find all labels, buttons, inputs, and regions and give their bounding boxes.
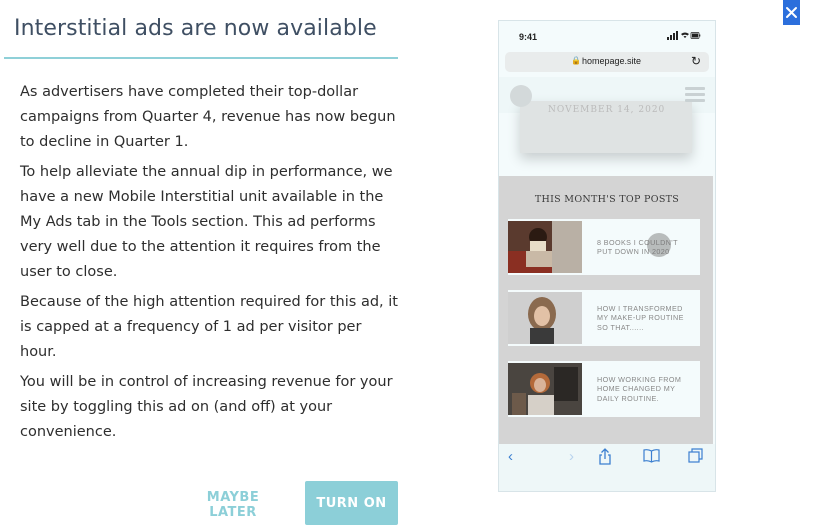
post-thumbnail — [508, 292, 582, 344]
forward-icon[interactable]: › — [569, 448, 574, 465]
lock-icon: 🔒 — [571, 56, 581, 65]
back-icon[interactable]: ‹ — [508, 448, 513, 465]
signal-wifi-battery-icons — [667, 31, 701, 42]
close-button[interactable] — [783, 0, 800, 25]
dialog-title: Interstitial ads are now available — [14, 16, 377, 41]
body-paragraph: You will be in control of increasing rev… — [20, 374, 393, 440]
url-bar[interactable]: 🔒 homepage.site ↻ — [505, 52, 709, 72]
post-thumbnail — [508, 363, 582, 415]
post-card[interactable]: HOW WORKING FROM HOME CHANGED MY DAILY R… — [508, 361, 700, 417]
title-divider — [4, 57, 398, 59]
close-icon — [786, 7, 797, 18]
post-title: HOW WORKING FROM HOME CHANGED MY DAILY R… — [597, 374, 682, 403]
hero-caption: NOVEMBER 14, 2020 — [548, 105, 666, 115]
site-logo[interactable] — [510, 85, 532, 107]
body-paragraph: To help alleviate the annual dip in perf… — [20, 164, 393, 280]
dialog-body: As advertisers have completed their top-… — [20, 80, 398, 450]
post-card[interactable]: HOW I TRANSFORMED MY MAKE-UP ROUTINE SO … — [508, 290, 700, 346]
reload-icon[interactable]: ↻ — [691, 54, 701, 68]
hero-card: NOVEMBER 14, 2020 — [520, 101, 692, 153]
body-paragraph: Because of the high attention required f… — [20, 294, 398, 360]
post-title: 8 BOOKS I COULDN'T PUT DOWN IN 2020 — [597, 237, 678, 257]
status-bar: 9:41 — [499, 21, 715, 51]
maybe-later-button[interactable]: MAYBE LATER — [183, 489, 283, 520]
status-time: 9:41 — [519, 32, 538, 42]
touch-indicator — [647, 233, 671, 257]
menu-icon[interactable] — [685, 87, 705, 103]
phone-preview: 9:41 🔒 homepage.site ↻ NOVEMBER 14, 2020… — [498, 20, 716, 492]
url-text: homepage.site — [582, 56, 642, 66]
tabs-icon[interactable] — [688, 448, 704, 467]
turn-on-button[interactable]: TURN ON — [305, 481, 398, 525]
body-paragraph: As advertisers have completed their top-… — [20, 84, 396, 150]
post-card[interactable]: 8 BOOKS I COULDN'T PUT DOWN IN 2020 — [508, 219, 700, 275]
bookmarks-icon[interactable] — [643, 448, 660, 467]
post-title: HOW I TRANSFORMED MY MAKE-UP ROUTINE SO … — [597, 303, 684, 332]
share-icon[interactable] — [598, 448, 612, 469]
post-thumbnail — [508, 221, 582, 273]
posts-heading: THIS MONTH'S TOP POSTS — [534, 194, 680, 205]
